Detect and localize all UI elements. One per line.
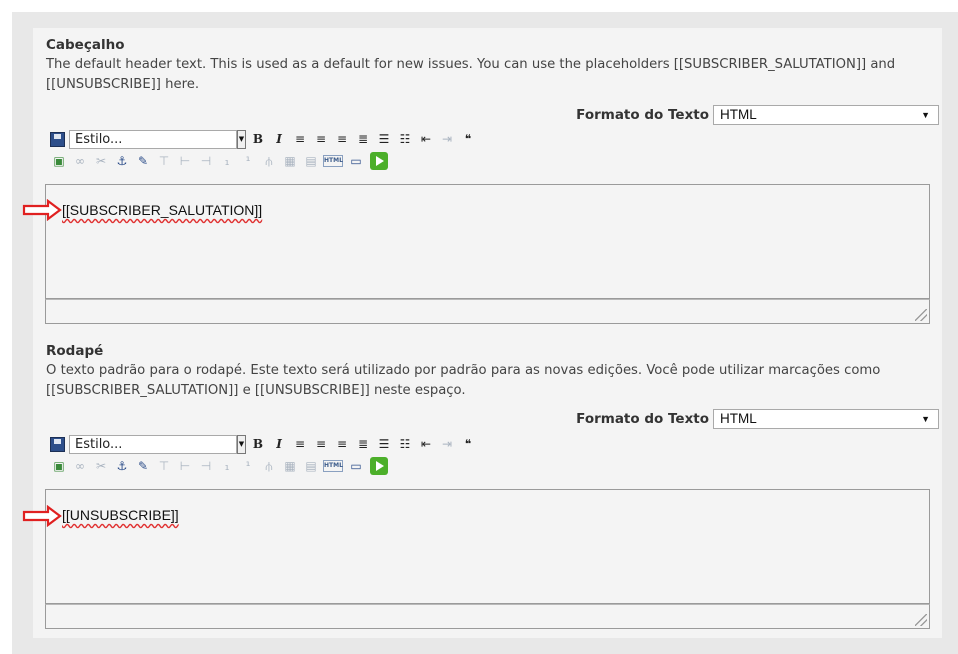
header-toolbar-row-1: Estilo... ▼ B I ≡ ≡ ≡ ≣ ☰ ☷ ⇤ ⇥ ❝	[50, 128, 480, 150]
footer-field: Rodapé O texto padrão para o rodapé. Est…	[46, 342, 946, 401]
play-icon[interactable]	[370, 457, 388, 475]
align-justify-icon[interactable]: ≣	[354, 435, 372, 453]
indent-icon[interactable]: ⇥	[438, 435, 456, 453]
save-icon[interactable]	[50, 436, 65, 452]
table-icon[interactable]: ▦	[281, 152, 299, 170]
table-props-icon[interactable]: ▤	[302, 152, 320, 170]
edit-source-icon[interactable]: ✎	[134, 457, 152, 475]
anchor-icon[interactable]: ⚓	[113, 152, 131, 170]
merge-cells-icon[interactable]: ⫛	[260, 457, 278, 475]
italic-button[interactable]: I	[270, 435, 288, 453]
blockquote-icon[interactable]: ❝	[459, 435, 477, 453]
anchor-icon[interactable]: ⚓	[113, 457, 131, 475]
align-justify-icon[interactable]: ≣	[354, 130, 372, 148]
chevron-down-icon: ▼	[921, 414, 930, 424]
indent-icon[interactable]: ⇥	[438, 130, 456, 148]
numbered-list-icon[interactable]: ☷	[396, 130, 414, 148]
header-style-placeholder: Estilo...	[75, 131, 123, 147]
header-editor[interactable]: [[SUBSCRIBER_SALUTATION]]	[45, 184, 930, 299]
header-format-label: Formato do Texto	[576, 107, 709, 123]
table-insert-col-icon[interactable]: ⊢	[176, 457, 194, 475]
italic-button[interactable]: I	[270, 130, 288, 148]
unlink-icon[interactable]: ✂	[92, 457, 110, 475]
link-icon[interactable]: ∞	[71, 457, 89, 475]
table-delete-icon[interactable]: ⊣	[197, 457, 215, 475]
footer-editor[interactable]: [[UNSUBSCRIBE]]	[45, 489, 930, 604]
table-icon[interactable]: ▦	[281, 457, 299, 475]
footer-format-label: Formato do Texto	[576, 411, 709, 427]
footer-toolbar-row-2: ▣ ∞ ✂ ⚓ ✎ ⊤ ⊢ ⊣ ₁ ¹ ⫛ ▦ ▤ HTML ▭	[50, 455, 388, 477]
table-props-icon[interactable]: ▤	[302, 457, 320, 475]
merge-cells-icon[interactable]: ⫛	[260, 152, 278, 170]
blockquote-icon[interactable]: ❝	[459, 130, 477, 148]
bold-button[interactable]: B	[249, 435, 267, 453]
outdent-icon[interactable]: ⇤	[417, 130, 435, 148]
bold-button[interactable]: B	[249, 130, 267, 148]
footer-title: Rodapé	[46, 343, 104, 359]
header-format-value: HTML	[720, 107, 757, 122]
footer-editor-status	[45, 604, 930, 629]
image-icon[interactable]: ▣	[50, 152, 68, 170]
header-editor-content[interactable]: [[SUBSCRIBER_SALUTATION]]	[62, 202, 262, 218]
align-left-icon[interactable]: ≡	[291, 130, 309, 148]
footer-editor-content[interactable]: [[UNSUBSCRIBE]]	[62, 507, 179, 523]
edit-source-icon[interactable]: ✎	[134, 152, 152, 170]
superscript-icon[interactable]: ¹	[239, 457, 257, 475]
align-center-icon[interactable]: ≡	[312, 130, 330, 148]
align-center-icon[interactable]: ≡	[312, 435, 330, 453]
header-editor-status	[45, 299, 930, 324]
unlink-icon[interactable]: ✂	[92, 152, 110, 170]
table-insert-row-icon[interactable]: ⊤	[155, 457, 173, 475]
style-dropdown-button[interactable]: ▼	[237, 129, 246, 149]
bullet-list-icon[interactable]: ☰	[375, 130, 393, 148]
header-format-row: Formato do Texto HTML ▼	[576, 104, 939, 126]
footer-description: O texto padrão para o rodapé. Este texto…	[46, 363, 881, 398]
header-style-select[interactable]: Estilo... ▼	[69, 129, 246, 149]
html-source-icon[interactable]: HTML	[323, 155, 343, 167]
header-title: Cabeçalho	[46, 37, 125, 53]
header-field: Cabeçalho The default header text. This …	[46, 36, 946, 95]
red-arrow-icon	[22, 505, 62, 527]
superscript-icon[interactable]: ¹	[239, 152, 257, 170]
table-insert-row-icon[interactable]: ⊤	[155, 152, 173, 170]
save-icon[interactable]	[50, 131, 65, 147]
bullet-list-icon[interactable]: ☰	[375, 435, 393, 453]
play-icon[interactable]	[370, 152, 388, 170]
align-right-icon[interactable]: ≡	[333, 130, 351, 148]
footer-format-value: HTML	[720, 411, 757, 426]
subscript-icon[interactable]: ₁	[218, 457, 236, 475]
red-arrow-icon	[22, 199, 62, 221]
footer-toolbar-row-1: Estilo... ▼ B I ≡ ≡ ≡ ≣ ☰ ☷ ⇤ ⇥ ❝	[50, 433, 480, 455]
footer-style-select[interactable]: Estilo... ▼	[69, 434, 246, 454]
outdent-icon[interactable]: ⇤	[417, 435, 435, 453]
image-icon[interactable]: ▣	[50, 457, 68, 475]
align-right-icon[interactable]: ≡	[333, 435, 351, 453]
header-toolbar-row-2: ▣ ∞ ✂ ⚓ ✎ ⊤ ⊢ ⊣ ₁ ¹ ⫛ ▦ ▤ HTML ▭	[50, 150, 388, 172]
fullscreen-icon[interactable]: ▭	[347, 152, 365, 170]
fullscreen-icon[interactable]: ▭	[347, 457, 365, 475]
header-format-select[interactable]: HTML ▼	[713, 105, 939, 125]
table-insert-col-icon[interactable]: ⊢	[176, 152, 194, 170]
align-left-icon[interactable]: ≡	[291, 435, 309, 453]
footer-format-select[interactable]: HTML ▼	[713, 409, 939, 429]
table-delete-icon[interactable]: ⊣	[197, 152, 215, 170]
resize-grip-icon[interactable]	[915, 614, 927, 626]
html-source-icon[interactable]: HTML	[323, 460, 343, 472]
header-description: The default header text. This is used as…	[46, 57, 896, 92]
footer-style-placeholder: Estilo...	[75, 436, 123, 452]
chevron-down-icon: ▼	[921, 110, 930, 120]
link-icon[interactable]: ∞	[71, 152, 89, 170]
numbered-list-icon[interactable]: ☷	[396, 435, 414, 453]
resize-grip-icon[interactable]	[915, 309, 927, 321]
subscript-icon[interactable]: ₁	[218, 152, 236, 170]
footer-format-row: Formato do Texto HTML ▼	[576, 408, 939, 430]
style-dropdown-button[interactable]: ▼	[237, 434, 246, 454]
